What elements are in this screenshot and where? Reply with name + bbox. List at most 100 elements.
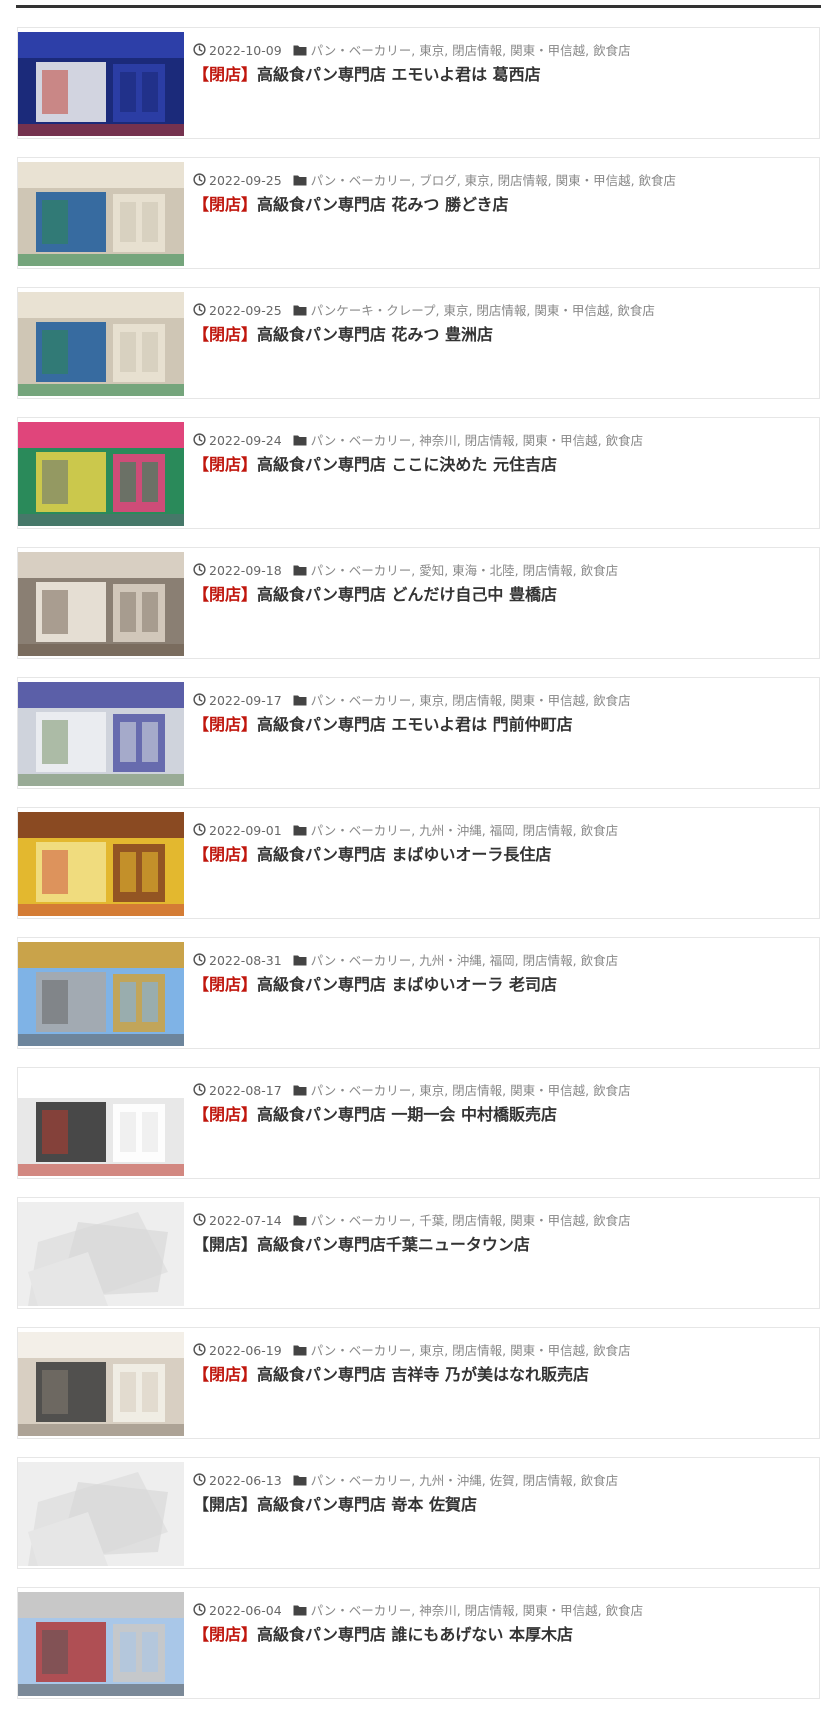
post-categories[interactable]: パン・ベーカリー, 東京, 閉店情報, 関東・甲信越, 飲食店 [311,693,631,708]
post-title[interactable]: 【閉店】高級食パン専門店 エモいよ君は 葛西店 [193,64,813,86]
post-thumbnail[interactable] [18,1072,184,1176]
post-title[interactable]: 【閉店】高級食パン専門店 誰にもあげない 本厚木店 [193,1624,813,1646]
post-categories[interactable]: パン・ベーカリー, 東京, 閉店情報, 関東・甲信越, 飲食店 [311,1343,631,1358]
post-meta: 2022-08-17 パン・ベーカリー, 東京, 閉店情報, 関東・甲信越, 飲食… [193,1082,813,1100]
post-categories[interactable]: パン・ベーカリー, 愛知, 東海・北陸, 閉店情報, 飲食店 [311,563,618,578]
status-tag: 【閉店】 [193,1105,258,1124]
post-meta: 2022-10-09 パン・ベーカリー, 東京, 閉店情報, 関東・甲信越, 飲食… [193,42,813,60]
post-title[interactable]: 【閉店】高級食パン専門店 まばゆいオーラ長住店 [193,844,813,866]
status-tag: 【開店】 [193,1495,258,1514]
post-item[interactable]: 2022-06-04 パン・ベーカリー, 神奈川, 閉店情報, 関東・甲信越, 飲… [17,1587,820,1699]
post-item[interactable]: 2022-10-09 パン・ベーカリー, 東京, 閉店情報, 関東・甲信越, 飲食… [17,27,820,139]
post-meta: 2022-07-14 パン・ベーカリー, 千葉, 閉店情報, 関東・甲信越, 飲食… [193,1212,813,1230]
post-item[interactable]: 2022-09-24 パン・ベーカリー, 神奈川, 閉店情報, 関東・甲信越, 飲… [17,417,820,529]
post-categories[interactable]: パン・ベーカリー, ブログ, 東京, 閉店情報, 関東・甲信越, 飲食店 [311,173,676,188]
status-tag: 【閉店】 [193,585,258,604]
post-item[interactable]: 2022-09-18 パン・ベーカリー, 愛知, 東海・北陸, 閉店情報, 飲食店… [17,547,820,659]
post-categories[interactable]: パン・ベーカリー, 神奈川, 閉店情報, 関東・甲信越, 飲食店 [311,433,643,448]
post-title-link[interactable]: 高級食パン専門店 エモいよ君は 門前仲町店 [257,715,573,734]
post-meta: 2022-09-25 パンケーキ・クレープ, 東京, 閉店情報, 関東・甲信越, … [193,302,813,320]
post-categories[interactable]: パン・ベーカリー, 千葉, 閉店情報, 関東・甲信越, 飲食店 [311,1213,631,1228]
post-meta: 2022-08-31 パン・ベーカリー, 九州・沖縄, 福岡, 閉店情報, 飲食店 [193,952,813,970]
no-image-placeholder[interactable] [18,1202,184,1306]
post-title-link[interactable]: 高級食パン専門店 吉祥寺 乃が美はなれ販売店 [257,1365,589,1384]
folder-icon [293,43,307,61]
status-tag: 【閉店】 [193,975,258,994]
post-meta: 2022-09-24 パン・ベーカリー, 神奈川, 閉店情報, 関東・甲信越, 飲… [193,432,813,450]
post-title[interactable]: 【閉店】高級食パン専門店 まばゆいオーラ 老司店 [193,974,813,996]
post-item[interactable]: 2022-09-25 パンケーキ・クレープ, 東京, 閉店情報, 関東・甲信越, … [17,287,820,399]
post-title[interactable]: 【閉店】高級食パン専門店 一期一会 中村橋販売店 [193,1104,813,1126]
post-title-link[interactable]: 高級食パン専門店 エモいよ君は 葛西店 [257,65,541,84]
folder-icon [293,1083,307,1101]
post-title[interactable]: 【閉店】高級食パン専門店 どんだけ自己中 豊橋店 [193,584,813,606]
post-categories[interactable]: パン・ベーカリー, 九州・沖縄, 福岡, 閉店情報, 飲食店 [311,823,618,838]
post-thumbnail[interactable] [18,32,184,136]
post-categories[interactable]: パン・ベーカリー, 東京, 閉店情報, 関東・甲信越, 飲食店 [311,43,631,58]
post-meta: 2022-06-13 パン・ベーカリー, 九州・沖縄, 佐賀, 閉店情報, 飲食店 [193,1472,813,1490]
status-tag: 【閉店】 [193,455,258,474]
post-list: 2022-10-09 パン・ベーカリー, 東京, 閉店情報, 関東・甲信越, 飲食… [17,27,820,1717]
post-title[interactable]: 【閉店】高級食パン専門店 花みつ 豊洲店 [193,324,813,346]
status-tag: 【閉店】 [193,845,258,864]
post-date: 2022-06-13 [209,1473,282,1488]
post-item[interactable]: 2022-09-17 パン・ベーカリー, 東京, 閉店情報, 関東・甲信越, 飲食… [17,677,820,789]
clock-icon [193,1342,206,1361]
post-title-link[interactable]: 高級食パン専門店千葉ニュータウン店 [257,1235,530,1254]
clock-icon [193,952,206,971]
post-thumbnail[interactable] [18,552,184,656]
status-tag: 【閉店】 [193,65,258,84]
post-item[interactable]: 2022-09-25 パン・ベーカリー, ブログ, 東京, 閉店情報, 関東・甲信… [17,157,820,269]
post-thumbnail[interactable] [18,1592,184,1696]
post-item[interactable]: 2022-09-01 パン・ベーカリー, 九州・沖縄, 福岡, 閉店情報, 飲食店… [17,807,820,919]
post-thumbnail[interactable] [18,1332,184,1436]
folder-icon [293,953,307,971]
post-thumbnail[interactable] [18,422,184,526]
post-title[interactable]: 【閉店】高級食パン専門店 ここに決めた 元住吉店 [193,454,813,476]
post-item[interactable]: 2022-06-19 パン・ベーカリー, 東京, 閉店情報, 関東・甲信越, 飲食… [17,1327,820,1439]
post-categories[interactable]: パン・ベーカリー, 東京, 閉店情報, 関東・甲信越, 飲食店 [311,1083,631,1098]
post-thumbnail[interactable] [18,812,184,916]
post-title-link[interactable]: 高級食パン専門店 誰にもあげない 本厚木店 [257,1625,573,1644]
post-date: 2022-09-18 [209,563,282,578]
post-title[interactable]: 【閉店】高級食パン専門店 エモいよ君は 門前仲町店 [193,714,813,736]
post-item[interactable]: 2022-06-13 パン・ベーカリー, 九州・沖縄, 佐賀, 閉店情報, 飲食店… [17,1457,820,1569]
post-categories[interactable]: パン・ベーカリー, 神奈川, 閉店情報, 関東・甲信越, 飲食店 [311,1603,643,1618]
post-categories[interactable]: パン・ベーカリー, 九州・沖縄, 佐賀, 閉店情報, 飲食店 [311,1473,618,1488]
post-item[interactable]: 2022-08-31 パン・ベーカリー, 九州・沖縄, 福岡, 閉店情報, 飲食店… [17,937,820,1049]
post-date: 2022-09-17 [209,693,282,708]
clock-icon [193,302,206,321]
post-title-link[interactable]: 高級食パン専門店 花みつ 豊洲店 [257,325,493,344]
folder-icon [293,1343,307,1361]
post-item[interactable]: 2022-08-17 パン・ベーカリー, 東京, 閉店情報, 関東・甲信越, 飲食… [17,1067,820,1179]
post-title-link[interactable]: 高級食パン専門店 嵜本 佐賀店 [257,1495,477,1514]
post-categories[interactable]: パンケーキ・クレープ, 東京, 閉店情報, 関東・甲信越, 飲食店 [311,303,655,318]
post-title[interactable]: 【開店】高級食パン専門店 嵜本 佐賀店 [193,1494,813,1516]
post-date: 2022-08-31 [209,953,282,968]
post-title-link[interactable]: 高級食パン専門店 まばゆいオーラ長住店 [257,845,551,864]
clock-icon [193,1082,206,1101]
post-title-link[interactable]: 高級食パン専門店 花みつ 勝どき店 [257,195,508,214]
post-title[interactable]: 【閉店】高級食パン専門店 吉祥寺 乃が美はなれ販売店 [193,1364,813,1386]
status-tag: 【閉店】 [193,195,258,214]
post-title[interactable]: 【閉店】高級食パン専門店 花みつ 勝どき店 [193,194,813,216]
post-thumbnail[interactable] [18,942,184,1046]
no-image-placeholder[interactable] [18,1462,184,1566]
post-title-link[interactable]: 高級食パン専門店 一期一会 中村橋販売店 [257,1105,557,1124]
post-categories[interactable]: パン・ベーカリー, 九州・沖縄, 福岡, 閉店情報, 飲食店 [311,953,618,968]
post-title-link[interactable]: 高級食パン専門店 ここに決めた 元住吉店 [257,455,557,474]
folder-icon [293,823,307,841]
post-date: 2022-06-04 [209,1603,282,1618]
clock-icon [193,42,206,61]
post-title[interactable]: 【開店】高級食パン専門店千葉ニュータウン店 [193,1234,813,1256]
post-thumbnail[interactable] [18,682,184,786]
post-title-link[interactable]: 高級食パン専門店 まばゆいオーラ 老司店 [257,975,557,994]
folder-icon [293,693,307,711]
post-title-link[interactable]: 高級食パン専門店 どんだけ自己中 豊橋店 [257,585,557,604]
status-tag: 【閉店】 [193,715,258,734]
post-thumbnail[interactable] [18,292,184,396]
post-thumbnail[interactable] [18,162,184,266]
post-item[interactable]: 2022-07-14 パン・ベーカリー, 千葉, 閉店情報, 関東・甲信越, 飲食… [17,1197,820,1309]
folder-icon [293,433,307,451]
folder-icon [293,1473,307,1491]
